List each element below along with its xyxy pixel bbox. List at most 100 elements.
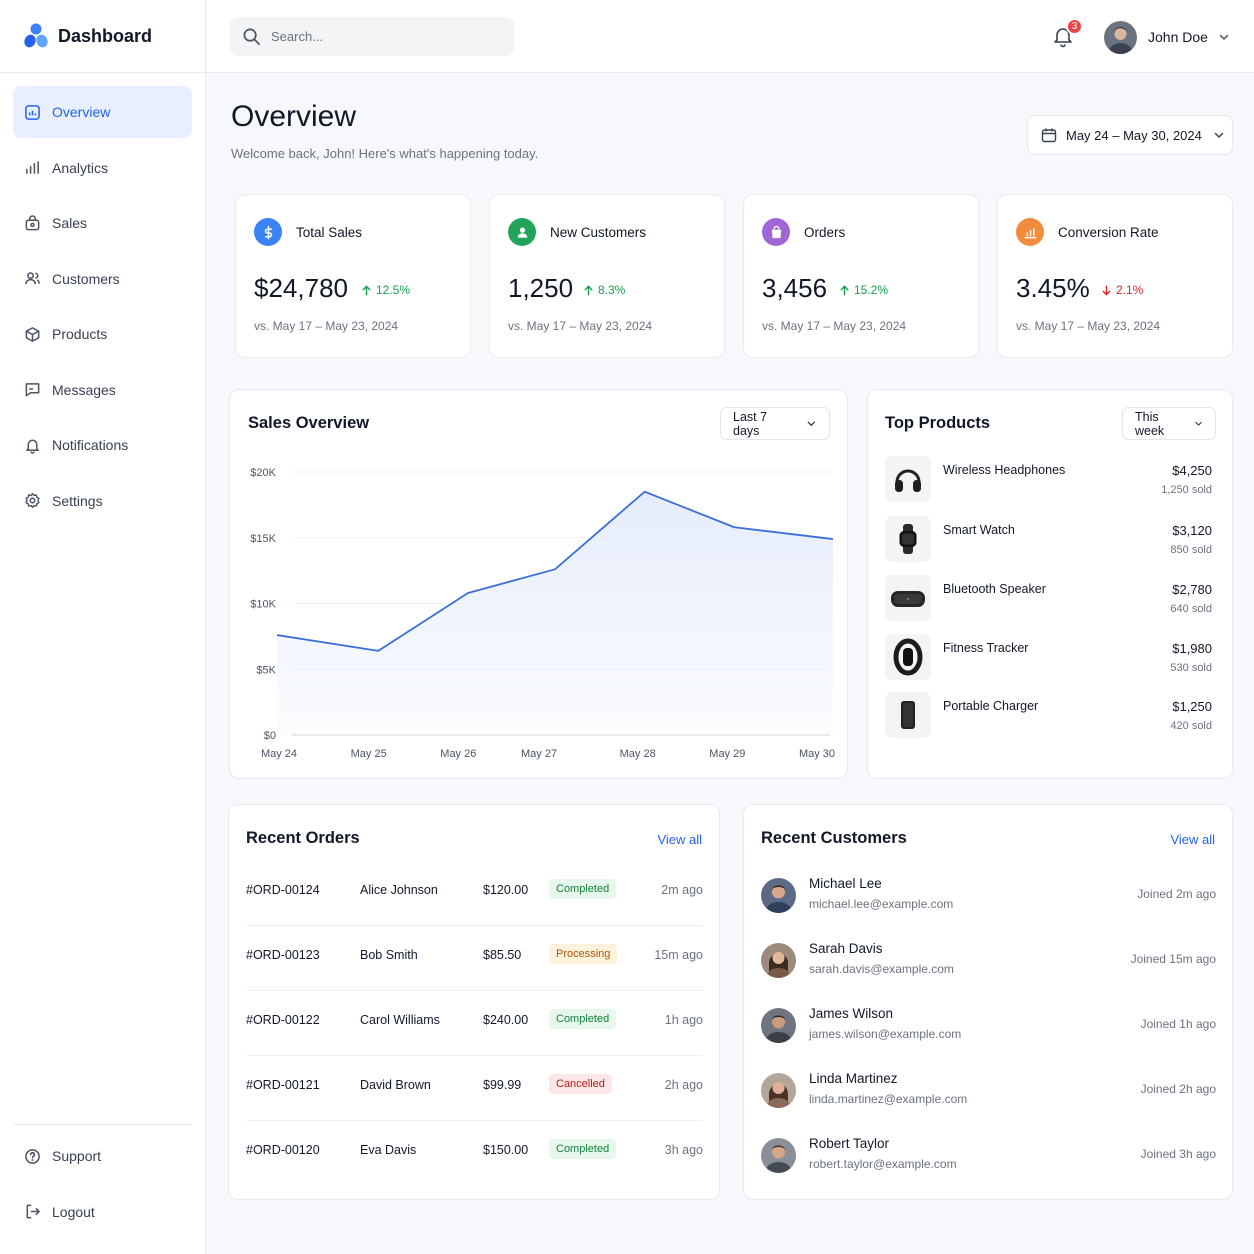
topbar: 3 John Doe: [206, 0, 1254, 73]
list-item[interactable]: Sarah Davis sarah.davis@example.com Join…: [761, 941, 1216, 981]
sidebar-item-label: Sales: [52, 215, 88, 231]
customers-icon: [23, 270, 41, 288]
list-item[interactable]: James Wilson james.wilson@example.com Jo…: [761, 1006, 1216, 1046]
stat-card-total-sales[interactable]: Total Sales $24,780 12.5% vs. May 17 – M…: [235, 194, 471, 358]
product-item[interactable]: Wireless Headphones $4,250 1,250 sold: [885, 456, 1215, 502]
table-row[interactable]: #ORD-00121 David Brown $99.99 Cancelled …: [246, 1056, 703, 1121]
table-row[interactable]: #ORD-00122 Carol Williams $240.00 Comple…: [246, 991, 703, 1056]
customer-name: Michael Lee: [809, 876, 882, 891]
sidebar-item-notifications[interactable]: Notifications: [13, 419, 192, 471]
sidebar-item-label: Settings: [52, 492, 103, 509]
product-amount: $1,250: [1172, 699, 1212, 714]
stat-card-new-customers[interactable]: New Customers 1,250 8.3% vs. May 17 – Ma…: [489, 194, 725, 358]
page-title: Overview: [231, 100, 357, 133]
speaker-icon: [885, 575, 931, 621]
avatar: [761, 1138, 796, 1173]
table-row[interactable]: #ORD-00123 Bob Smith $85.50 Processing 1…: [246, 926, 703, 991]
product-item[interactable]: Portable Charger $1,250 420 sold: [885, 692, 1215, 738]
select-value: This week: [1135, 409, 1165, 438]
arrow-down-icon: [1102, 285, 1111, 296]
date-range-label: May 24 – May 30, 2024: [1066, 127, 1202, 143]
brand[interactable]: Dashboard: [0, 0, 205, 73]
stat-change-value: 2.1%: [1116, 283, 1144, 297]
stat-value: 3.45%: [1016, 273, 1090, 303]
table-row[interactable]: #ORD-00124 Alice Johnson $120.00 Complet…: [246, 861, 703, 926]
box-icon: [23, 325, 41, 343]
view-all-customers-link[interactable]: View all: [1170, 832, 1215, 847]
stat-card-orders[interactable]: Orders 3,456 15.2% vs. May 17 – May 23, …: [743, 194, 979, 358]
arrow-up-icon: [840, 284, 849, 295]
headphones-icon: [885, 456, 931, 502]
order-customer: Eva Davis: [360, 1143, 417, 1157]
stat-compare: vs. May 17 – May 23, 2024: [1016, 319, 1161, 333]
power-bank-icon: [885, 692, 931, 738]
customer-email: james.wilson@example.com: [809, 1027, 962, 1041]
list-item[interactable]: Michael Lee michael.lee@example.com Join…: [761, 876, 1216, 916]
view-all-orders-link[interactable]: View all: [657, 832, 702, 847]
product-sold: 640 sold: [1170, 603, 1212, 615]
sidebar-item-sales[interactable]: Sales: [13, 197, 192, 249]
chart-icon: [1016, 218, 1044, 246]
analytics-icon: [23, 159, 41, 177]
panel-title: Recent Customers: [761, 829, 907, 847]
sidebar-item-customers[interactable]: Customers: [13, 253, 192, 305]
list-item[interactable]: Linda Martinez linda.martinez@example.co…: [761, 1071, 1216, 1111]
x-tick-label: May 28: [620, 748, 656, 760]
sidebar-item-logout[interactable]: Logout: [13, 1186, 192, 1238]
stat-card-conversion-rate[interactable]: Conversion Rate 3.45% 2.1% vs. May 17 – …: [997, 194, 1233, 358]
customer-joined: Joined 3h ago: [1140, 1147, 1216, 1161]
search-box[interactable]: [230, 17, 514, 56]
table-row[interactable]: #ORD-00120 Eva Davis $150.00 Completed 3…: [246, 1121, 703, 1186]
customer-name: James Wilson: [809, 1006, 894, 1021]
product-item[interactable]: Fitness Tracker $1,980 530 sold: [885, 634, 1215, 680]
order-time: 15m ago: [654, 948, 703, 962]
bell-icon: [23, 436, 41, 454]
sidebar-item-messages[interactable]: Messages: [13, 364, 192, 416]
user-menu[interactable]: John Doe: [1104, 20, 1230, 54]
stat-label: New Customers: [550, 224, 647, 240]
sidebar-item-settings[interactable]: Settings: [13, 475, 192, 527]
sidebar-item-products[interactable]: Products: [13, 308, 192, 360]
sidebar-item-analytics[interactable]: Analytics: [13, 142, 192, 194]
sidebar: Dashboard Overview Analytics Sales Custo…: [0, 0, 206, 1254]
sidebar-item-label: Logout: [52, 1203, 95, 1220]
sidebar-item-label: Analytics: [52, 159, 109, 176]
stat-change: 15.2%: [839, 283, 888, 297]
dollar-icon: [254, 218, 282, 246]
customer-name: Linda Martinez: [809, 1071, 898, 1086]
order-id: #ORD-00121: [246, 1078, 320, 1092]
order-id: #ORD-00123: [246, 948, 320, 962]
date-range-picker[interactable]: May 24 – May 30, 2024: [1027, 115, 1233, 155]
sidebar-item-label: Overview: [52, 104, 111, 120]
product-name: Fitness Tracker: [943, 641, 1029, 655]
page-subtitle: Welcome back, John! Here's what's happen…: [231, 146, 539, 161]
sidebar-item-support[interactable]: Support: [13, 1130, 192, 1182]
shopping-bag-icon: [762, 218, 790, 246]
stat-compare: vs. May 17 – May 23, 2024: [508, 319, 653, 333]
y-tick-label: $0: [264, 730, 276, 742]
stat-label: Total Sales: [296, 224, 363, 240]
search-input[interactable]: [271, 29, 491, 44]
product-item[interactable]: Bluetooth Speaker $2,780 640 sold: [885, 575, 1215, 621]
calendar-icon: [1041, 128, 1057, 143]
stat-value: 3,456: [762, 273, 828, 303]
order-amount: $85.50: [483, 948, 522, 962]
sidebar-item-label: Products: [52, 326, 108, 342]
customer-name: Sarah Davis: [809, 941, 883, 956]
product-item[interactable]: Smart Watch $3,120 850 sold: [885, 516, 1215, 562]
order-customer: Bob Smith: [360, 948, 418, 962]
chevron-down-icon: [1195, 421, 1202, 426]
product-name: Wireless Headphones: [943, 463, 1066, 477]
sidebar-item-overview[interactable]: Overview: [13, 86, 192, 138]
gear-icon: [23, 492, 41, 510]
chevron-down-icon: [1214, 132, 1224, 139]
stat-label: Conversion Rate: [1058, 224, 1159, 240]
avatar: [761, 878, 796, 913]
sidebar-divider: [13, 1124, 192, 1125]
y-tick-label: $5K: [256, 664, 276, 676]
list-item[interactable]: Robert Taylor robert.taylor@example.com …: [761, 1136, 1216, 1176]
status-badge: Completed: [549, 1139, 617, 1159]
y-tick-label: $15K: [250, 533, 276, 545]
top-products-range-select[interactable]: This week: [1122, 407, 1216, 440]
notification-count-badge: 3: [1066, 18, 1083, 35]
